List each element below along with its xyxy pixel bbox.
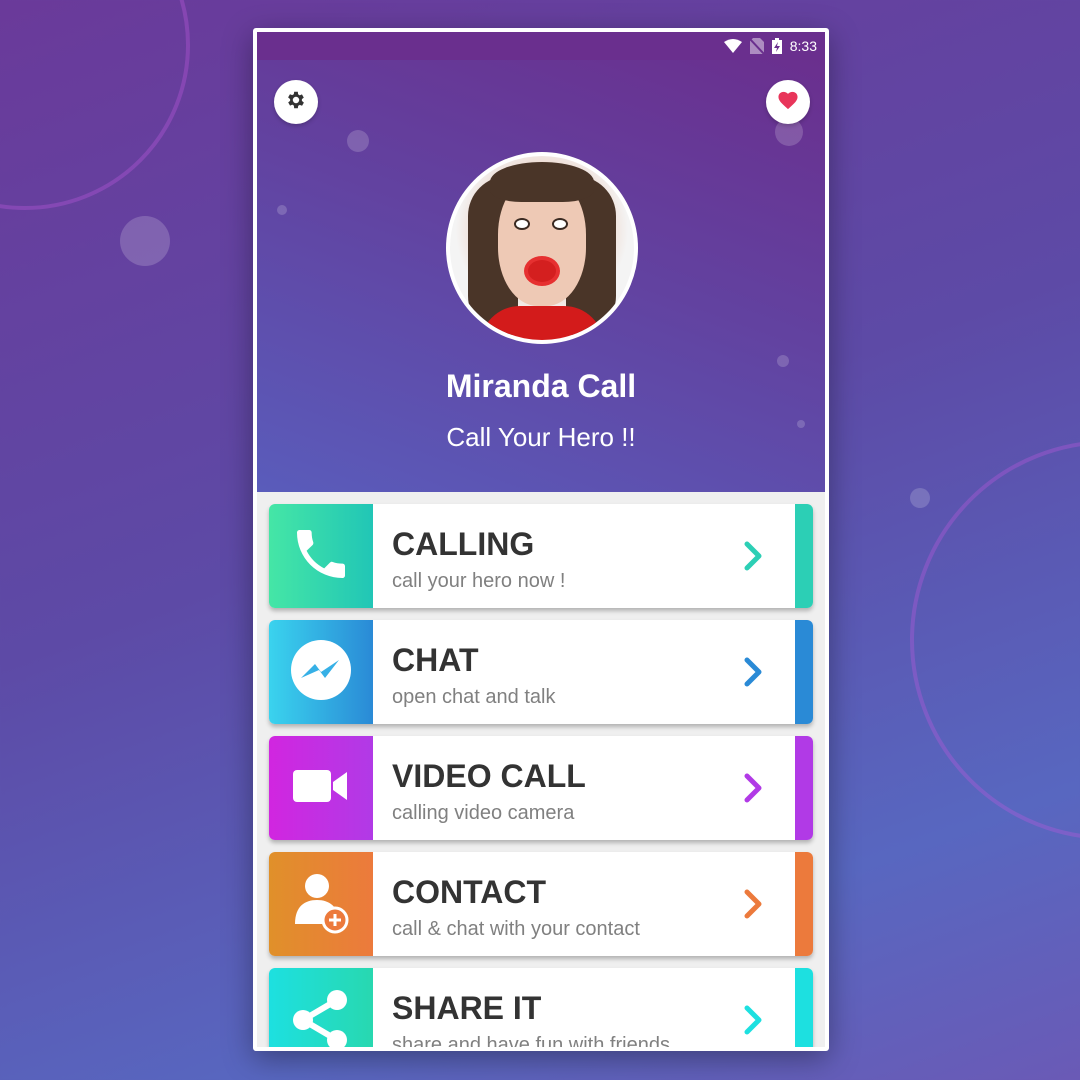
header-bubble	[277, 205, 287, 215]
menu-item-subtitle: calling video camera	[392, 802, 575, 824]
menu-item-subtitle: share and have fun with friends	[392, 1034, 670, 1051]
favorite-button[interactable]	[766, 80, 810, 124]
app-title: Miranda Call	[445, 368, 637, 404]
menu-item-video-call[interactable]: VIDEO CALL calling video camera	[269, 736, 813, 840]
background-ring	[910, 440, 1080, 840]
wifi-icon	[723, 39, 742, 53]
accent-strip	[795, 504, 813, 608]
menu-item-title: CALLING	[392, 526, 535, 562]
menu-item-title: CONTACT	[392, 874, 547, 910]
status-time: 8:33	[789, 38, 817, 54]
menu-item-chat[interactable]: CHAT open chat and talk	[269, 620, 813, 724]
chevron-right-icon	[743, 888, 763, 925]
accent-strip	[795, 620, 813, 724]
chevron-right-icon	[743, 540, 763, 577]
accent-strip	[795, 968, 813, 1047]
status-bar: 8:33	[257, 32, 825, 60]
menu-item-subtitle: open chat and talk	[392, 686, 556, 708]
menu-item-title: CHAT	[392, 642, 479, 678]
background-bubble	[910, 488, 930, 508]
video-camera-icon	[293, 768, 349, 809]
menu-item-share[interactable]: SHARE IT share and have fun with friends	[269, 968, 813, 1051]
phone-screen: 8:33 Miranda Call Call Your Hero !! CALL…	[253, 28, 829, 1051]
menu-item-contact[interactable]: CONTACT call & chat with your contact	[269, 852, 813, 956]
battery-charging-icon	[771, 38, 782, 54]
accent-strip	[795, 852, 813, 956]
menu-item-title: SHARE IT	[392, 990, 542, 1026]
background-bubble	[120, 216, 170, 266]
menu-item-subtitle: call & chat with your contact	[392, 918, 640, 940]
app-subtitle: Call Your Hero !!	[446, 422, 636, 452]
menu-item-calling[interactable]: CALLING call your hero now !	[269, 504, 813, 608]
hero-photo	[450, 156, 634, 340]
profile-header: Miranda Call Call Your Hero !!	[257, 60, 825, 492]
add-contact-icon	[291, 870, 351, 939]
header-bubble	[347, 130, 369, 152]
gear-icon	[285, 89, 307, 116]
chevron-right-icon	[743, 772, 763, 809]
header-bubble	[777, 355, 789, 367]
menu-list: CALLING call your hero now ! CHAT open c…	[257, 492, 825, 1051]
phone-icon	[289, 522, 353, 591]
share-icon	[289, 986, 353, 1047]
chevron-right-icon	[743, 656, 763, 693]
chevron-right-icon	[743, 1004, 763, 1041]
heart-icon	[777, 90, 799, 115]
hero-avatar	[446, 152, 638, 344]
background-ring	[0, 0, 190, 210]
messenger-icon	[289, 638, 353, 707]
menu-item-title: VIDEO CALL	[392, 758, 586, 794]
settings-button[interactable]	[274, 80, 318, 124]
accent-strip	[795, 736, 813, 840]
menu-item-subtitle: call your hero now !	[392, 570, 566, 592]
no-sim-icon	[749, 38, 764, 54]
